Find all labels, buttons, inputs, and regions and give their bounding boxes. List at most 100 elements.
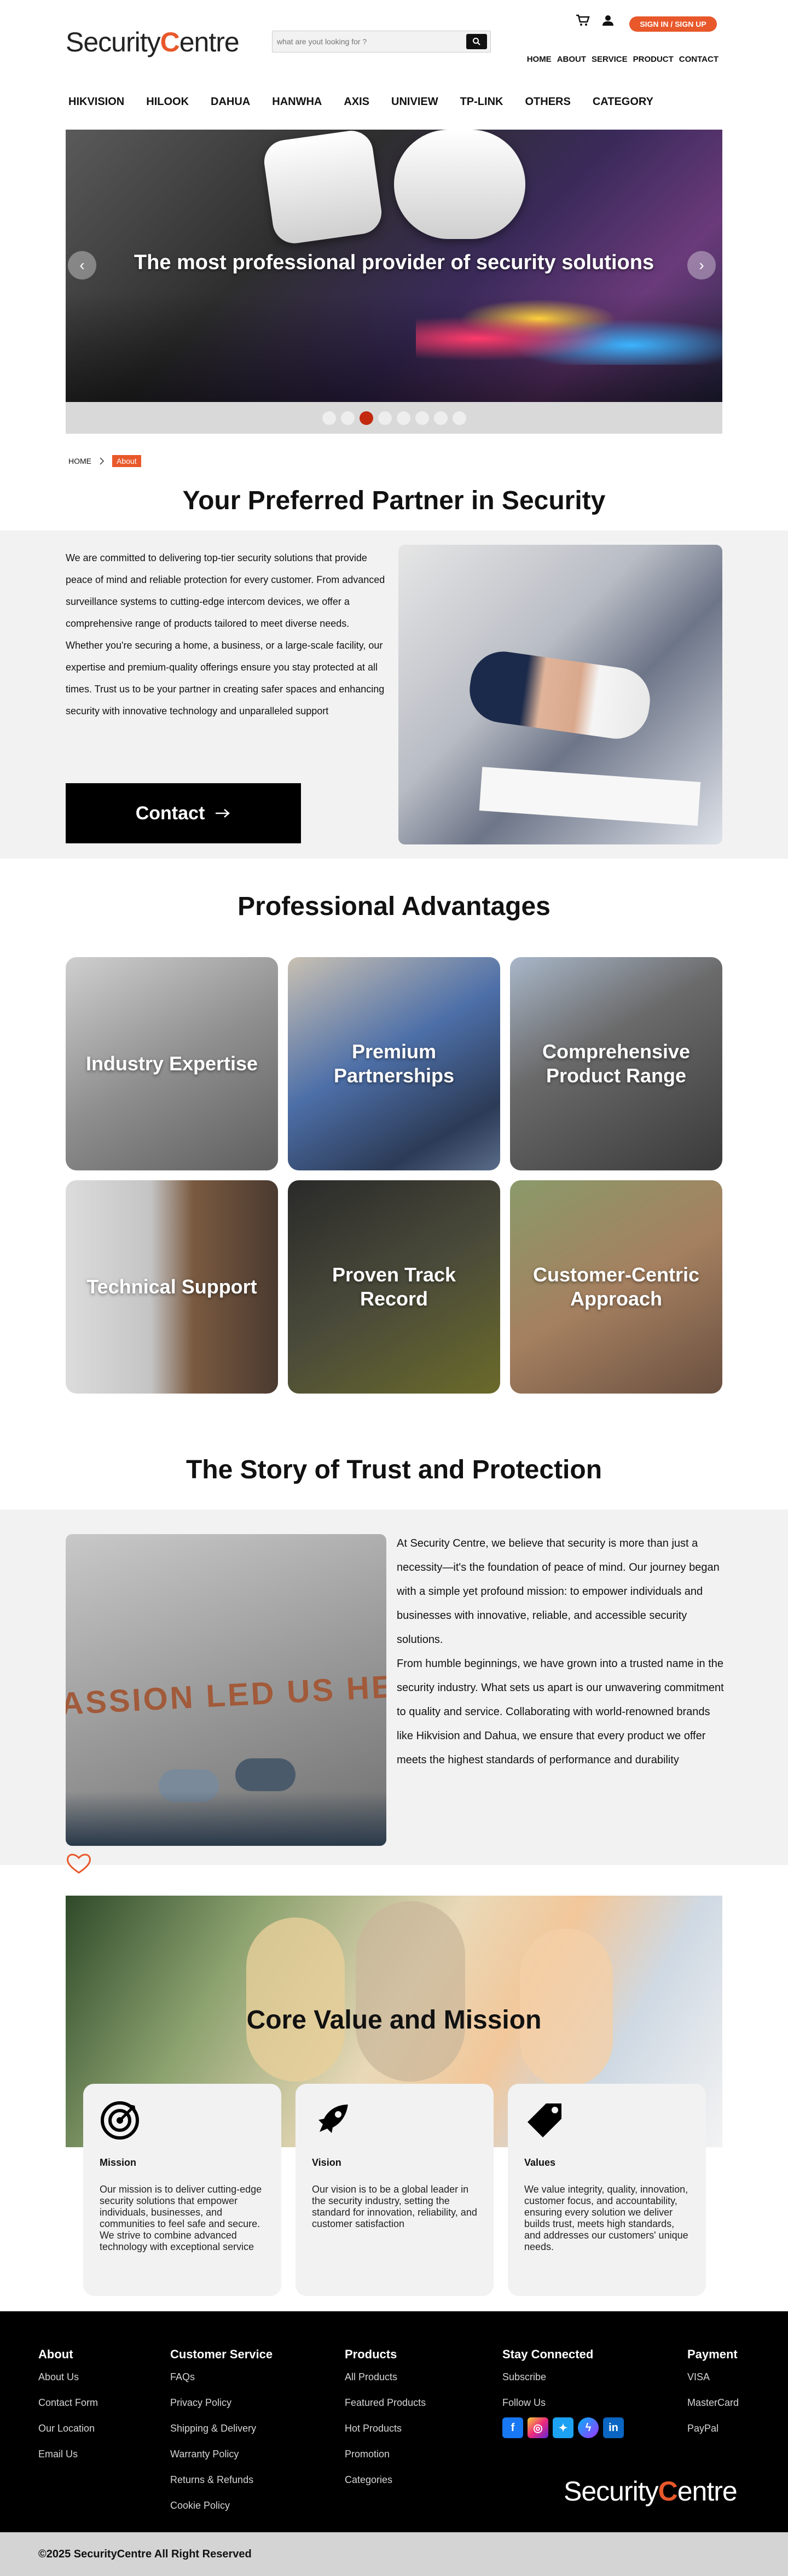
arrow-right-icon (216, 809, 230, 818)
search-icon (473, 38, 480, 45)
footer-link[interactable]: PayPal (687, 2423, 739, 2434)
footer-link[interactable]: Hot Products (345, 2423, 426, 2434)
vision-title: Vision (312, 2157, 341, 2168)
story-paragraph: From humble beginnings, we have grown in… (397, 1658, 724, 1766)
hero-slider: The most professional provider of securi… (66, 130, 722, 402)
footer-payment-title: Payment (687, 2347, 738, 2361)
footer-link[interactable]: All Products (345, 2371, 426, 2383)
story-image: ASSION LED US HER (66, 1534, 386, 1846)
hero-camera-left (261, 130, 385, 246)
signin-button[interactable]: SIGN IN / SIGN UP (629, 16, 717, 32)
footer-products: Products All Products Featured Products … (345, 2347, 426, 2500)
footer-link[interactable]: Contact Form (38, 2397, 98, 2409)
slider-dot[interactable] (322, 411, 336, 425)
brandnav-hilook[interactable]: HILOOK (146, 96, 189, 108)
slider-dot[interactable] (378, 411, 392, 425)
partner-section: We are committed to delivering top-tier … (0, 531, 788, 859)
advantage-card[interactable]: Technical Support (66, 1180, 278, 1394)
footer-payment: Payment VISA MasterCard PayPal (687, 2347, 739, 2449)
topnav-home[interactable]: HOME (527, 55, 552, 64)
slider-dot[interactable] (340, 411, 355, 425)
footer-link[interactable]: VISA (687, 2371, 739, 2383)
slider-dot-active[interactable] (359, 411, 373, 425)
footer-link[interactable]: FAQs (170, 2371, 273, 2383)
footer-link[interactable]: Promotion (345, 2449, 426, 2460)
brandnav-category[interactable]: CATEGORY (593, 96, 653, 108)
footer-link[interactable]: Subscribe (502, 2371, 624, 2383)
brandnav-tplink[interactable]: TP-LINK (460, 96, 503, 108)
values-text: We value integrity, quality, innovation,… (524, 2184, 688, 2252)
advantages-heading: Professional Advantages (237, 892, 551, 921)
advantage-label: Comprehensive Product Range (542, 1040, 691, 1087)
hero-prev-button[interactable]: ‹ (68, 251, 96, 279)
topnav-service[interactable]: SERVICE (592, 55, 628, 64)
footer-products-title: Products (345, 2347, 397, 2361)
logo-text-suffix: entre (179, 27, 240, 57)
top-nav: HOME ABOUT SERVICE PRODUCT CONTACT (527, 55, 719, 64)
brandnav-hikvision[interactable]: HIKVISION (68, 96, 124, 108)
facebook-icon[interactable]: f (502, 2417, 523, 2438)
footer-link[interactable]: Privacy Policy (170, 2397, 273, 2409)
contact-button[interactable]: Contact (66, 783, 301, 843)
advantages-grid: Industry Expertise Premium Partnerships … (66, 957, 722, 1394)
logo-text-prefix: Security (564, 2476, 659, 2507)
footer-link[interactable]: Shipping & Delivery (170, 2423, 273, 2434)
brandnav-uniview[interactable]: UNIVIEW (391, 96, 438, 108)
slider-dot[interactable] (433, 411, 448, 425)
hero-camera-right (394, 130, 525, 239)
advantage-label: Proven Track Record (332, 1263, 456, 1310)
brandnav-axis[interactable]: AXIS (344, 96, 369, 108)
hero-title: The most professional provider of securi… (134, 251, 654, 274)
footer-about-title: About (38, 2347, 73, 2361)
vision-card: Vision Our vision is to be a global lead… (296, 2084, 494, 2296)
footer-link[interactable]: About Us (38, 2371, 98, 2383)
advantage-card[interactable]: Industry Expertise (66, 957, 278, 1170)
search-button[interactable] (466, 34, 487, 49)
footer-logo: SecurityCentre (564, 2475, 738, 2507)
breadcrumb-home[interactable]: HOME (68, 457, 91, 465)
messenger-icon[interactable]: ϟ (578, 2417, 599, 2438)
advantage-card[interactable]: Premium Partnerships (288, 957, 500, 1170)
advantage-card[interactable]: Proven Track Record (288, 1180, 500, 1394)
topnav-contact[interactable]: CONTACT (679, 55, 719, 64)
footer-link[interactable]: Returns & Refunds (170, 2474, 273, 2486)
linkedin-icon[interactable]: in (603, 2417, 624, 2438)
social-icons: f ◎ ✦ ϟ in (502, 2417, 624, 2438)
hero-city-lights (416, 299, 722, 365)
slider-dot[interactable] (415, 411, 429, 425)
slider-dot[interactable] (452, 411, 466, 425)
user-icon[interactable] (602, 14, 614, 26)
handshake-image (398, 545, 722, 844)
values-title: Values (524, 2157, 556, 2168)
brandnav-dahua[interactable]: DAHUA (211, 96, 250, 108)
footer-link[interactable]: Featured Products (345, 2397, 426, 2409)
story-section: ASSION LED US HER At Security Centre, we… (0, 1510, 788, 1865)
tag-icon (528, 2103, 561, 2137)
story-heading: The Story of Trust and Protection (186, 1455, 602, 1484)
cart-icon[interactable] (576, 14, 590, 26)
footer-link[interactable]: Follow Us (502, 2397, 624, 2409)
topnav-about[interactable]: ABOUT (557, 55, 586, 64)
hero-next-button[interactable]: › (687, 251, 716, 279)
topnav-product[interactable]: PRODUCT (633, 55, 674, 64)
footer-link[interactable]: Cookie Policy (170, 2500, 273, 2511)
heart-icon[interactable] (66, 1852, 92, 1875)
site-logo[interactable]: SecurityCentre (66, 26, 240, 58)
footer-link[interactable]: Email Us (38, 2449, 98, 2460)
footer-link[interactable]: MasterCard (687, 2397, 739, 2409)
brandnav-hanwha[interactable]: HANWHA (272, 96, 322, 108)
brandnav-others[interactable]: OTHERS (525, 96, 570, 108)
advantage-card[interactable]: Comprehensive Product Range (510, 957, 722, 1170)
slider-dot[interactable] (396, 411, 410, 425)
contact-button-label: Contact (135, 802, 205, 824)
slider-dots (66, 402, 722, 434)
search-input[interactable] (277, 34, 457, 49)
footer-link[interactable]: Our Location (38, 2423, 98, 2434)
instagram-icon[interactable]: ◎ (528, 2417, 548, 2438)
advantage-card[interactable]: Customer-Centric Approach (510, 1180, 722, 1394)
twitter-icon[interactable]: ✦ (553, 2417, 573, 2438)
footer-link[interactable]: Categories (345, 2474, 426, 2486)
advantage-label: Industry Expertise (85, 1052, 258, 1075)
footer-link[interactable]: Warranty Policy (170, 2449, 273, 2460)
logo-text-c: C (658, 2476, 678, 2507)
